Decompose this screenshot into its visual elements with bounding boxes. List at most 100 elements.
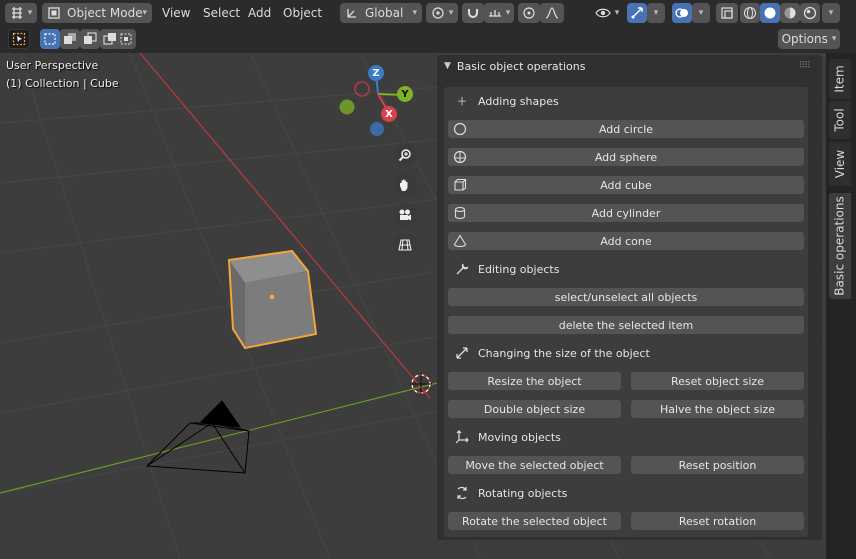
viewport-header: ▾ Object Mode ▾ View Select Add Object G… xyxy=(0,0,856,26)
snap-toggle[interactable] xyxy=(462,3,484,23)
pivot-point-selector[interactable]: ▾ xyxy=(426,3,458,23)
reset-position-button[interactable]: Reset position xyxy=(631,456,804,474)
reset-size-button[interactable]: Reset object size xyxy=(631,372,804,390)
select-mode-subtract[interactable] xyxy=(80,29,100,49)
rotate-icon xyxy=(454,486,470,500)
drag-handle-icon[interactable]: ⠿⠿ xyxy=(799,61,811,71)
shading-material-button[interactable] xyxy=(780,3,800,23)
button-label: Reset position xyxy=(678,458,757,472)
halve-size-button[interactable]: Halve the object size xyxy=(631,400,804,418)
tab-label: Tool xyxy=(833,108,847,132)
camera-icon xyxy=(399,209,411,221)
tab-item[interactable]: Item xyxy=(829,59,851,99)
mode-label: Object Mode xyxy=(67,6,143,20)
button-label: Double object size xyxy=(483,402,586,416)
move-object-button[interactable]: Move the selected object xyxy=(448,456,621,474)
resize-object-button[interactable]: Resize the object xyxy=(448,372,621,390)
basic-operations-panel: ▼ Basic object operations ⠿⠿ ＋ Adding sh… xyxy=(437,55,822,540)
overlays-toggle[interactable] xyxy=(672,3,692,23)
chevron-down-icon: ▾ xyxy=(448,8,454,18)
sphere-icon xyxy=(453,150,467,164)
sidebar-tabs: Item Tool View Basic operations xyxy=(826,53,856,559)
orientation-axes-icon xyxy=(347,9,356,18)
menu-view[interactable]: View xyxy=(157,3,195,23)
delete-item-button[interactable]: delete the selected item xyxy=(448,316,804,334)
xray-toggle[interactable] xyxy=(716,3,738,23)
3d-cursor[interactable] xyxy=(410,373,432,395)
y-axis-line xyxy=(0,382,438,494)
transform-orientation-selector[interactable]: Global ▾ xyxy=(340,3,422,23)
gizmo-options-dropdown[interactable]: ▾ xyxy=(647,3,665,23)
magnet-icon xyxy=(468,9,478,18)
section-label: Editing objects xyxy=(478,262,560,276)
add-cone-button[interactable]: Add cone xyxy=(448,232,804,250)
chevron-down-icon: ▾ xyxy=(698,8,704,18)
add-cylinder-button[interactable]: Add cylinder xyxy=(448,204,804,222)
overlays-options-dropdown[interactable]: ▾ xyxy=(692,3,710,23)
wireframe-sphere-icon xyxy=(743,6,757,20)
add-sphere-button[interactable]: Add sphere xyxy=(448,148,804,166)
select-mode-intersect[interactable] xyxy=(116,29,136,49)
collapse-arrow-icon[interactable]: ▼ xyxy=(444,61,451,71)
menu-add[interactable]: Add xyxy=(243,3,276,23)
mode-selector[interactable]: Object Mode ▾ xyxy=(42,3,152,23)
proportional-falloff-selector[interactable] xyxy=(540,3,564,23)
perspective-toggle-button[interactable] xyxy=(393,233,417,257)
active-tool-button[interactable] xyxy=(8,29,30,49)
options-dropdown[interactable]: Options ▾ xyxy=(778,29,840,49)
visibility-selector[interactable]: ▾ xyxy=(590,3,624,23)
button-label: Resize the object xyxy=(487,374,582,388)
select-mode-new[interactable] xyxy=(40,29,60,49)
panel-header[interactable]: ▼ Basic object operations ⠿⠿ xyxy=(437,55,822,77)
shading-wireframe-button[interactable] xyxy=(740,3,760,23)
gizmo-x-axis[interactable]: X xyxy=(381,106,397,122)
chevron-down-icon: ▾ xyxy=(412,8,417,18)
tab-view[interactable]: View xyxy=(829,142,851,186)
tab-tool[interactable]: Tool xyxy=(829,101,851,139)
camera-view-button[interactable] xyxy=(393,203,417,227)
gizmo-z-axis[interactable]: Z xyxy=(368,65,384,81)
button-label: Add cylinder xyxy=(591,206,661,220)
chevron-down-icon: ▾ xyxy=(831,34,837,44)
button-label: Add cube xyxy=(600,178,652,192)
resize-arrows-icon xyxy=(454,346,470,360)
overlays-icon xyxy=(675,8,688,18)
double-size-button[interactable]: Double object size xyxy=(448,400,621,418)
select-all-button[interactable]: select/unselect all objects xyxy=(448,288,804,306)
snap-increment-icon xyxy=(488,10,501,17)
snap-target-selector[interactable]: ▾ xyxy=(484,3,514,23)
zoom-button[interactable] xyxy=(393,143,417,167)
proportional-editing-toggle[interactable] xyxy=(518,3,540,23)
chevron-down-icon: ▾ xyxy=(27,8,33,18)
rendered-sphere-icon xyxy=(803,6,817,20)
shading-rendered-button[interactable] xyxy=(800,3,820,23)
editor-type-selector[interactable]: ▾ xyxy=(5,3,37,23)
button-label: Reset object size xyxy=(671,374,764,388)
pan-button[interactable] xyxy=(393,173,417,197)
shading-options-dropdown[interactable]: ▾ xyxy=(822,3,840,23)
gizmo-y-axis[interactable]: Y xyxy=(397,86,413,102)
chevron-down-icon: ▾ xyxy=(653,8,659,18)
button-label: Rotate the selected object xyxy=(462,514,607,528)
select-new-icon xyxy=(44,33,56,45)
gizmo-toggle[interactable] xyxy=(627,3,647,23)
zoom-magnifier-icon xyxy=(398,149,411,162)
button-label: Reset rotation xyxy=(678,514,757,528)
reset-rotation-button[interactable]: Reset rotation xyxy=(631,512,804,530)
default-cube[interactable] xyxy=(227,249,318,350)
orientation-label: Global xyxy=(365,6,404,20)
rotate-object-button[interactable]: Rotate the selected object xyxy=(448,512,621,530)
select-mode-extend[interactable] xyxy=(60,29,80,49)
section-adding-shapes: ＋ Adding shapes xyxy=(454,92,559,110)
menu-select[interactable]: Select xyxy=(198,3,245,23)
shading-solid-button[interactable] xyxy=(760,3,780,23)
collection-info-label: (1) Collection | Cube xyxy=(6,77,119,90)
add-cube-button[interactable]: Add cube xyxy=(448,176,804,194)
tab-label: Item xyxy=(833,65,848,93)
add-circle-button[interactable]: Add circle xyxy=(448,120,804,138)
cylinder-icon xyxy=(453,206,467,220)
section-label: Adding shapes xyxy=(478,94,559,108)
section-editing-objects: Editing objects xyxy=(454,260,559,278)
tab-basic-operations[interactable]: Basic operations xyxy=(829,193,851,299)
menu-object[interactable]: Object xyxy=(278,3,327,23)
